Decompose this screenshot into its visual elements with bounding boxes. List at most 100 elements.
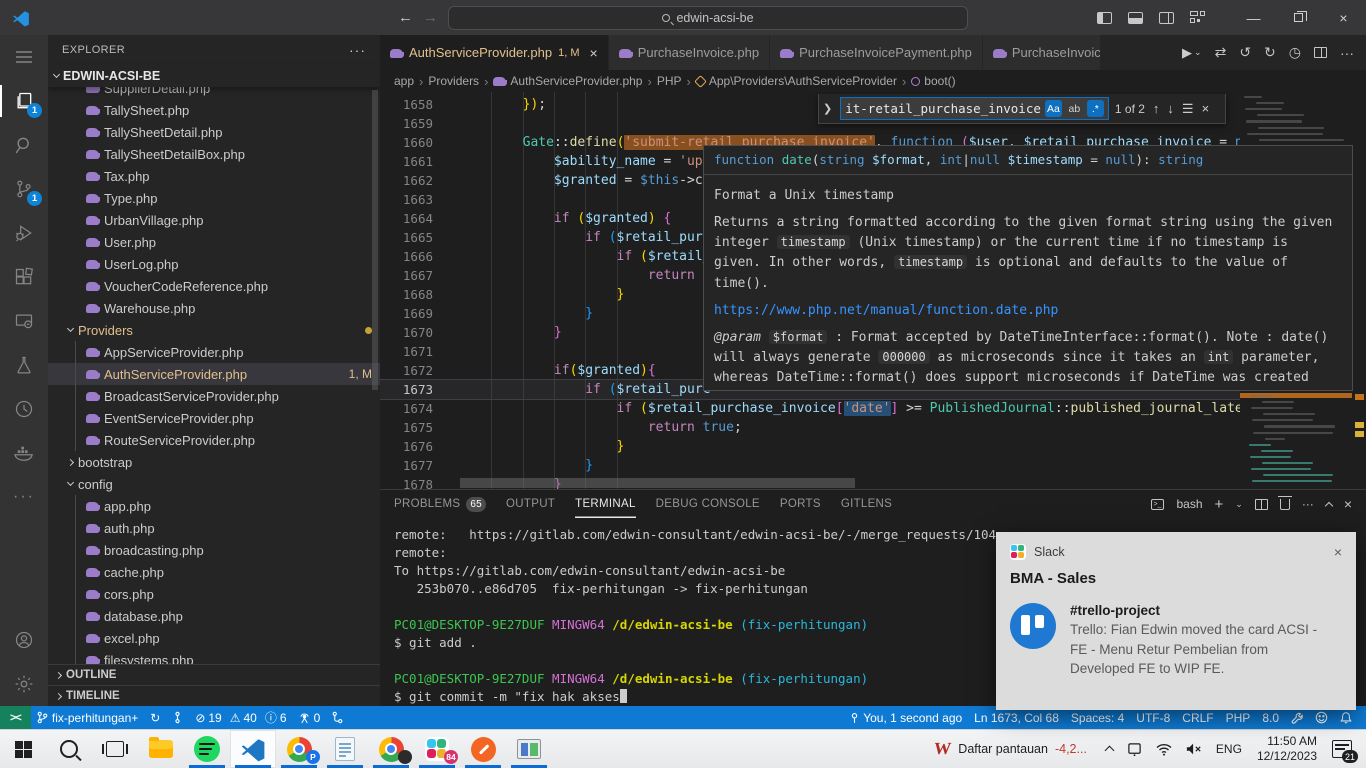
panel-more-icon[interactable]: ··· bbox=[1302, 497, 1314, 511]
toggle-secondary-sidebar-icon[interactable] bbox=[1159, 12, 1174, 24]
tree-file-authserviceprovider-php[interactable]: AuthServiceProvider.php1, M bbox=[48, 363, 380, 385]
orange-pen-app-button[interactable] bbox=[460, 730, 506, 768]
tree-file-routeserviceprovider-php[interactable]: RouteServiceProvider.php bbox=[48, 429, 380, 451]
news-watchlist-widget[interactable]: W Daftar pantauan -4,2... bbox=[922, 739, 1099, 759]
tree-file-tax-php[interactable]: Tax.php bbox=[48, 165, 380, 187]
sidebar-item-search[interactable] bbox=[0, 123, 48, 167]
volume-muted-icon[interactable] bbox=[1179, 730, 1209, 768]
tree-file-broadcasting-php[interactable]: broadcasting.php bbox=[48, 539, 380, 561]
more-actions-icon[interactable]: ··· bbox=[1340, 45, 1354, 61]
panel-tab-ports[interactable]: PORTS bbox=[780, 490, 821, 518]
terminal-dropdown-icon[interactable]: ⌄ bbox=[1235, 499, 1243, 510]
toast-close-icon[interactable]: × bbox=[1334, 544, 1342, 560]
close-tab-icon[interactable]: × bbox=[590, 45, 598, 61]
chrome-dark-button[interactable] bbox=[368, 730, 414, 768]
sync-changes-icon[interactable]: ↻ bbox=[144, 711, 166, 725]
tree-file-filesystems-php[interactable]: filesystems.php bbox=[48, 649, 380, 664]
previous-match-icon[interactable]: ↑ bbox=[1153, 101, 1160, 116]
wifi-icon[interactable] bbox=[1149, 730, 1179, 768]
command-center-search[interactable]: edwin-acsi-be bbox=[448, 6, 968, 30]
explorer-more-actions-icon[interactable]: ··· bbox=[349, 42, 366, 58]
tree-file-tallysheetdetailbox-php[interactable]: TallySheetDetailBox.php bbox=[48, 143, 380, 165]
file-explorer-button[interactable] bbox=[138, 730, 184, 768]
sidebar-item-explorer[interactable]: 1 bbox=[0, 79, 48, 123]
slack-notification-toast[interactable]: Slack × BMA - Sales #trello-project Trel… bbox=[996, 532, 1356, 710]
next-match-icon[interactable]: ↓ bbox=[1167, 101, 1174, 116]
tree-folder-config[interactable]: config bbox=[48, 473, 380, 495]
your-phone-icon[interactable] bbox=[1120, 730, 1149, 768]
minimize-button[interactable]: — bbox=[1231, 0, 1276, 35]
chrome-profile-button[interactable]: P bbox=[276, 730, 322, 768]
split-editor-icon[interactable] bbox=[1314, 47, 1327, 58]
restore-button[interactable] bbox=[1276, 0, 1321, 35]
encoding-indicator[interactable]: UTF-8 bbox=[1130, 711, 1176, 725]
breadcrumb-item[interactable]: boot() bbox=[911, 74, 955, 88]
start-button[interactable] bbox=[0, 730, 46, 768]
tree-file-tallysheetdetail-php[interactable]: TallySheetDetail.php bbox=[48, 121, 380, 143]
php-version[interactable]: 8.0 bbox=[1256, 711, 1285, 725]
sidebar-item-extensions[interactable] bbox=[0, 255, 48, 299]
breadcrumb-item[interactable]: app bbox=[394, 74, 414, 88]
kill-terminal-icon[interactable] bbox=[1280, 499, 1290, 510]
language-mode[interactable]: PHP bbox=[1220, 711, 1257, 725]
code-line-1674[interactable]: 1674 if ($retail_purchase_invoice['date'… bbox=[380, 399, 1240, 418]
tree-file-excel-php[interactable]: excel.php bbox=[48, 627, 380, 649]
blame-annotation[interactable]: You, 1 second ago bbox=[844, 711, 968, 725]
close-find-icon[interactable]: × bbox=[1202, 101, 1210, 116]
next-change-icon[interactable]: ↻ bbox=[1264, 44, 1276, 61]
regex-toggle[interactable]: .* bbox=[1087, 100, 1104, 117]
match-case-toggle[interactable]: Aa bbox=[1045, 100, 1062, 117]
tree-file-tallysheet-php[interactable]: TallySheet.php bbox=[48, 99, 380, 121]
toggle-sidebar-icon[interactable] bbox=[1097, 12, 1112, 24]
breadcrumb-item[interactable]: Providers bbox=[428, 74, 479, 88]
more-views-icon[interactable]: ··· bbox=[0, 475, 48, 519]
tree-file-type-php[interactable]: Type.php bbox=[48, 187, 380, 209]
horizontal-scrollbar[interactable] bbox=[460, 478, 855, 488]
code-line-1677[interactable]: 1677 } bbox=[380, 456, 1240, 475]
git-branch-indicator[interactable]: fix-perhitungan+ bbox=[31, 711, 144, 725]
sidebar-item-timeline-clock[interactable] bbox=[0, 387, 48, 431]
slack-button[interactable]: 84 bbox=[414, 730, 460, 768]
history-forward-button[interactable]: → bbox=[423, 9, 438, 26]
tree-file-userlog-php[interactable]: UserLog.php bbox=[48, 253, 380, 275]
problems-indicator[interactable]: ⊘19 ⚠40 ⓘ6 bbox=[189, 709, 292, 726]
overview-ruler[interactable] bbox=[1352, 92, 1366, 489]
account-icon[interactable] bbox=[0, 618, 48, 662]
panel-tab-terminal[interactable]: TERMINAL bbox=[575, 490, 636, 518]
outline-section[interactable]: OUTLINE bbox=[48, 664, 380, 685]
menu-hamburger-icon[interactable] bbox=[0, 35, 48, 79]
toggle-replace-icon[interactable]: ❯ bbox=[821, 102, 834, 115]
cursor-position[interactable]: Ln 1673, Col 68 bbox=[968, 711, 1065, 725]
settings-gear-icon[interactable] bbox=[0, 662, 48, 706]
action-center-button[interactable]: 21 bbox=[1325, 730, 1366, 768]
tree-file-warehouse-php[interactable]: Warehouse.php bbox=[48, 297, 380, 319]
toggle-panel-icon[interactable] bbox=[1128, 12, 1143, 24]
panel-tab-gitlens[interactable]: GITLENS bbox=[841, 490, 892, 518]
breadcrumb-item[interactable]: App\Providers\AuthServiceProvider bbox=[696, 74, 897, 88]
panel-tab-problems[interactable]: PROBLEMS65 bbox=[394, 490, 486, 518]
language-indicator[interactable]: ENG bbox=[1209, 730, 1249, 768]
open-changes-icon[interactable]: ⇄ bbox=[1215, 44, 1227, 61]
shell-label[interactable]: bash bbox=[1176, 497, 1202, 511]
eol-indicator[interactable]: CRLF bbox=[1176, 711, 1219, 725]
find-in-selection-icon[interactable]: ☰ bbox=[1182, 101, 1194, 117]
code-line-1675[interactable]: 1675 return true; bbox=[380, 418, 1240, 437]
tree-file-database-php[interactable]: database.php bbox=[48, 605, 380, 627]
sidebar-item-testing[interactable] bbox=[0, 343, 48, 387]
taskbar-clock[interactable]: 11:50 AM 12/12/2023 bbox=[1249, 734, 1325, 764]
tree-file-appserviceprovider-php[interactable]: AppServiceProvider.php bbox=[48, 341, 380, 363]
timeline-section[interactable]: TIMELINE bbox=[48, 685, 380, 706]
tree-file-cors-php[interactable]: cors.php bbox=[48, 583, 380, 605]
indentation-indicator[interactable]: Spaces: 4 bbox=[1065, 711, 1130, 725]
workspace-root[interactable]: EDWIN-ACSI-BE bbox=[48, 65, 380, 87]
tab-purchaseinvoic[interactable]: PurchaseInvoic bbox=[983, 35, 1101, 70]
php-manual-link[interactable]: https://www.php.net/manual/function.date… bbox=[714, 303, 1058, 318]
gitlens-icon[interactable] bbox=[166, 711, 189, 724]
tray-expand-icon[interactable] bbox=[1099, 730, 1120, 768]
tree-file-auth-php[interactable]: auth.php bbox=[48, 517, 380, 539]
breadcrumb-item[interactable]: PHP bbox=[657, 74, 682, 88]
ports-indicator[interactable]: 0 bbox=[293, 711, 327, 725]
tree-folder-bootstrap[interactable]: bootstrap bbox=[48, 451, 380, 473]
tab-purchaseinvoicepayment-php[interactable]: PurchaseInvoicePayment.php bbox=[770, 35, 983, 70]
sidebar-item-source-control[interactable]: 1 bbox=[0, 167, 48, 211]
